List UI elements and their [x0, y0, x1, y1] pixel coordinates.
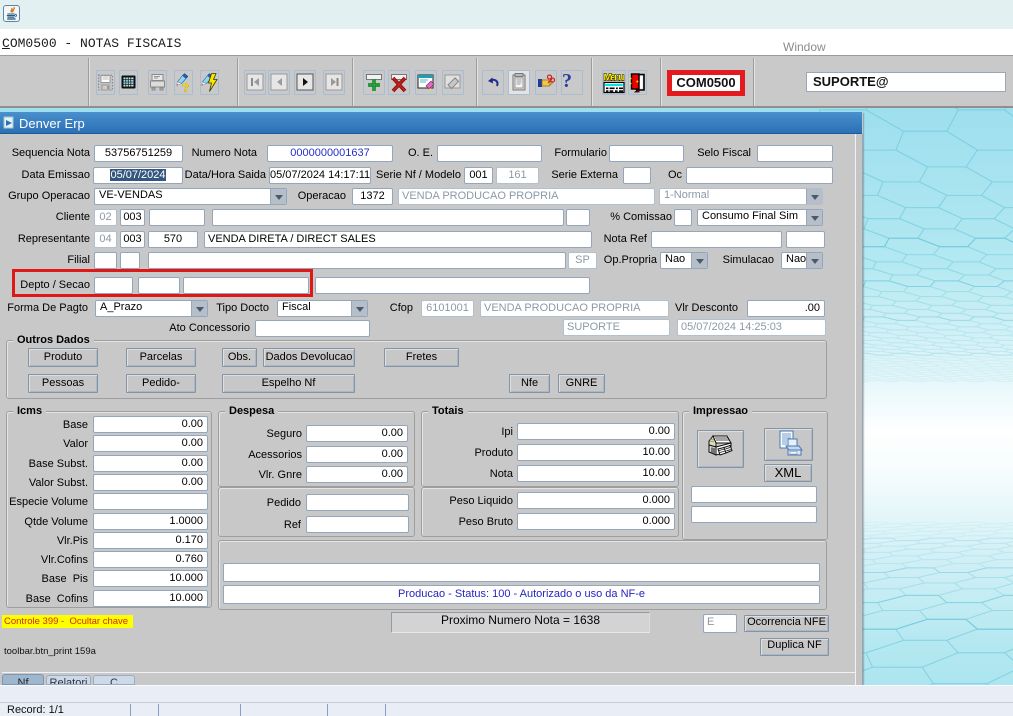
svg-text:?: ? [182, 81, 189, 94]
svg-text:Menu: Menu [604, 73, 625, 84]
